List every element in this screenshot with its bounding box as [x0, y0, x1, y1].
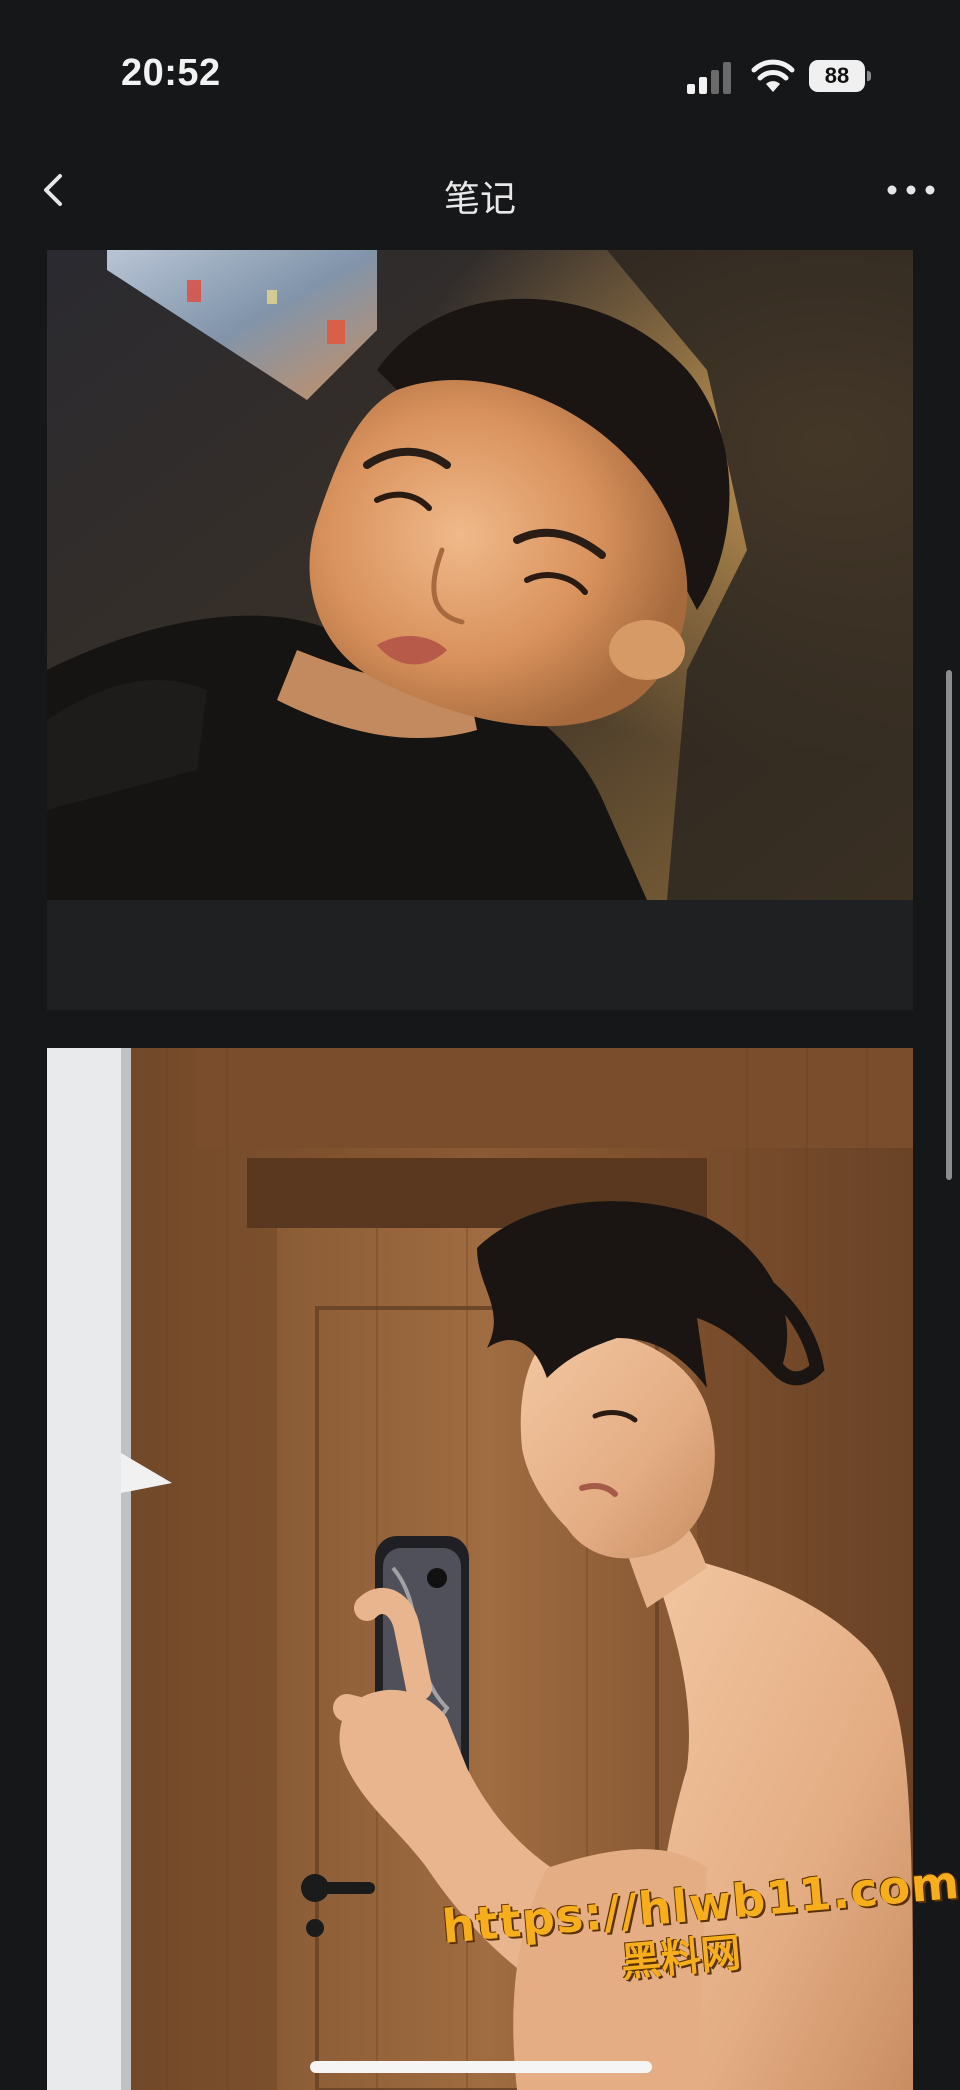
image-card-footer — [47, 900, 913, 1010]
page-title: 笔记 — [443, 178, 516, 219]
battery-level: 88 — [809, 60, 865, 92]
note-content — [0, 250, 960, 2090]
status-bar: 20:52 88 — [0, 0, 960, 150]
image-card — [47, 250, 913, 1010]
battery-icon: 88 — [809, 60, 871, 92]
battery-cap — [867, 71, 871, 81]
more-button[interactable] — [880, 170, 946, 210]
selfie-in-car-photo[interactable] — [47, 250, 913, 900]
scrollbar[interactable] — [946, 670, 952, 1180]
wifi-icon — [751, 59, 795, 92]
ellipsis-icon — [887, 185, 935, 195]
mirror-selfie-photo[interactable] — [47, 1048, 913, 2090]
status-time: 20:52 — [121, 52, 221, 94]
back-button[interactable] — [30, 160, 90, 220]
signal-icon — [687, 62, 731, 94]
chevron-left-icon — [44, 174, 62, 206]
nav-bar: 笔记 — [0, 150, 960, 250]
home-indicator[interactable] — [310, 2061, 652, 2073]
